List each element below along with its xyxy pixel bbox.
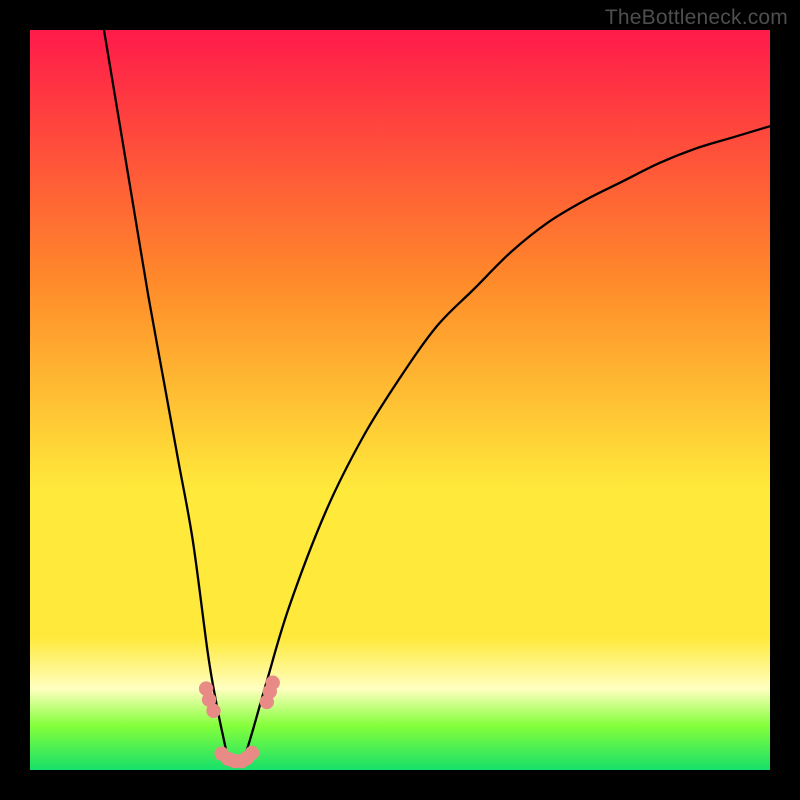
chart-frame: TheBottleneck.com [0, 0, 800, 800]
watermark-label: TheBottleneck.com [605, 6, 788, 30]
plot-area [30, 30, 770, 770]
heat-gradient [30, 30, 770, 770]
